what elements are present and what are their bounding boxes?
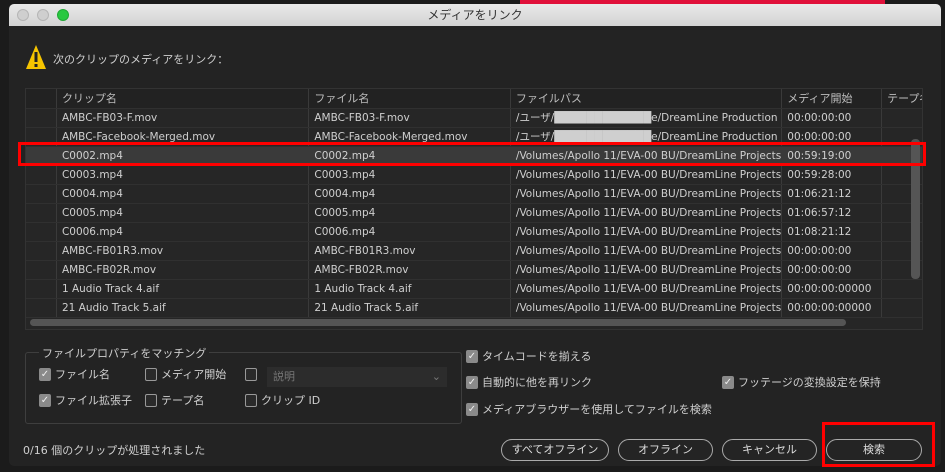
cell-media-start: 00:59:28:00 xyxy=(781,166,881,184)
match-media-start-checkbox[interactable]: メディア開始 xyxy=(145,366,226,382)
cell-file-path: /Volumes/Apollo 11/EVA-00 BU/DreamLine P… xyxy=(509,185,781,203)
checkmark-icon: ✓ xyxy=(39,367,51,381)
zoom-button[interactable] xyxy=(57,9,69,21)
cell-clip-name: C0005.mp4 xyxy=(55,204,308,222)
auto-relink-checkbox[interactable]: ✓ 自動的に他を再リンク xyxy=(466,374,592,390)
cell-file-path: /Volumes/Apollo 11/EVA-00 BU/DreamLine P… xyxy=(509,299,781,317)
chevron-down-icon: ⌄ xyxy=(431,370,441,383)
column-file-path[interactable]: ファイルパス xyxy=(509,89,781,108)
column-clip-name[interactable]: クリップ名 xyxy=(55,89,308,108)
minimize-button[interactable] xyxy=(37,9,49,21)
cell-tape-name xyxy=(881,109,922,127)
use-media-browser-checkbox[interactable]: ✓ メディアブラウザーを使用してファイルを検索 xyxy=(466,401,712,417)
offline-all-button[interactable]: すべてオフライン xyxy=(501,439,609,461)
cell-file-name: 21 Audio Track 5.aif xyxy=(308,299,510,317)
column-tape-name[interactable]: テープ名 xyxy=(881,89,922,108)
cell-file-name: AMBC-FB02R.mov xyxy=(308,261,510,279)
table-row[interactable]: AMBC-FB03-F.mov AMBC-FB03-F.mov/ユーザ/█████… xyxy=(26,109,922,128)
match-filename-checkbox[interactable]: ✓ ファイル名 xyxy=(39,366,110,382)
table-row[interactable]: 1 Audio Track 4.aif 1 Audio Track 4.aif/V… xyxy=(26,280,922,299)
cell-clip-name: C0006.mp4 xyxy=(55,223,308,241)
description-dropdown[interactable]: 説明 ⌄ xyxy=(267,367,447,387)
match-description-checkbox[interactable] xyxy=(245,368,257,381)
cell-clip-name: AMBC-FB02R.mov xyxy=(55,261,308,279)
table-row[interactable]: 21 Audio Track 5.aif 21 Audio Track 5.aif… xyxy=(26,299,922,318)
cell-media-start: 00:00:00:00000 xyxy=(781,299,881,317)
cell-clip-name: C0003.mp4 xyxy=(55,166,308,184)
match-tape-name-checkbox[interactable]: テープ名 xyxy=(145,392,204,408)
offline-button[interactable]: オフライン xyxy=(618,439,713,461)
cell-file-name: AMBC-FB01R3.mov xyxy=(308,242,510,260)
cell-file-path: /Volumes/Apollo 11/EVA-00 BU/DreamLine P… xyxy=(509,242,781,260)
table-row[interactable]: C0006.mp4 C0006.mp4/Volumes/Apollo 11/EVA… xyxy=(26,223,922,242)
match-properties-group xyxy=(25,352,462,424)
column-file-name[interactable]: ファイル名 xyxy=(308,89,510,108)
cell-file-name: AMBC-FB03-F.mov xyxy=(308,109,510,127)
column-media-start[interactable]: メディア開始 xyxy=(781,89,881,108)
match-properties-title: ファイルプロパティをマッチング xyxy=(39,345,210,361)
cell-file-name: C0005.mp4 xyxy=(308,204,510,222)
table-row[interactable]: C0004.mp4 C0004.mp4/Volumes/Apollo 11/EVA… xyxy=(26,185,922,204)
table-row[interactable]: C0003.mp4 C0003.mp4/Volumes/Apollo 11/EVA… xyxy=(26,166,922,185)
align-timecode-checkbox[interactable]: ✓ タイムコードを揃える xyxy=(466,348,591,364)
window-title: メディアをリンク xyxy=(427,8,523,22)
cell-media-start: 00:00:00:00 xyxy=(781,109,881,127)
horizontal-scrollbar[interactable] xyxy=(30,319,846,326)
cell-media-start: 01:06:57:12 xyxy=(781,204,881,222)
cell-media-start: 00:00:00:00 xyxy=(781,242,881,260)
table-row[interactable]: C0005.mp4 C0005.mp4/Volumes/Apollo 11/EVA… xyxy=(26,204,922,223)
warning-icon xyxy=(26,45,46,69)
cancel-button[interactable]: キャンセル xyxy=(722,439,817,461)
cell-file-name: 1 Audio Track 4.aif xyxy=(308,280,510,298)
preserve-interpret-checkbox[interactable]: ✓ フッテージの変換設定を保持 xyxy=(722,374,881,390)
prompt-text: 次のクリップのメディアをリンク： xyxy=(53,53,229,66)
cell-file-path: /Volumes/Apollo 11/EVA-00 BU/DreamLine P… xyxy=(509,261,781,279)
cell-media-start: 00:00:00:00 xyxy=(781,261,881,279)
highlight-search-button xyxy=(822,422,935,467)
highlight-selected-row xyxy=(18,142,926,166)
cell-tape-name xyxy=(881,280,922,298)
link-media-dialog: メディアをリンク 次のクリップのメディアをリンク： クリップ名 ファイル名 ファ… xyxy=(9,4,941,466)
close-button[interactable] xyxy=(17,9,29,21)
cell-file-path: /Volumes/Apollo 11/EVA-00 BU/DreamLine P… xyxy=(509,223,781,241)
table-row[interactable]: AMBC-FB02R.mov AMBC-FB02R.mov/Volumes/Apo… xyxy=(26,261,922,280)
cell-file-name: C0006.mp4 xyxy=(308,223,510,241)
cell-clip-name: C0004.mp4 xyxy=(55,185,308,203)
checkmark-icon: ✓ xyxy=(39,393,51,407)
cell-clip-name: 21 Audio Track 5.aif xyxy=(55,299,308,317)
cell-media-start: 00:00:00:00000 xyxy=(781,280,881,298)
cell-file-name: C0004.mp4 xyxy=(308,185,510,203)
cell-file-path: /Volumes/Apollo 11/EVA-00 BU/DreamLine P… xyxy=(509,166,781,184)
cell-file-path: /ユーザ/████████████e/DreamLine Production xyxy=(509,109,781,127)
table-header: クリップ名 ファイル名 ファイルパス メディア開始 テープ名 xyxy=(26,89,922,109)
clip-table: クリップ名 ファイル名 ファイルパス メディア開始 テープ名 AMBC-FB03… xyxy=(25,88,923,330)
cell-file-path: /Volumes/Apollo 11/EVA-00 BU/DreamLine P… xyxy=(509,204,781,222)
title-bar: メディアをリンク xyxy=(9,4,941,26)
cell-file-name: C0003.mp4 xyxy=(308,166,510,184)
match-clip-id-checkbox[interactable]: クリップ ID xyxy=(245,392,320,408)
cell-clip-name: 1 Audio Track 4.aif xyxy=(55,280,308,298)
cell-tape-name xyxy=(881,299,922,317)
cell-clip-name: AMBC-FB03-F.mov xyxy=(55,109,308,127)
cell-media-start: 01:08:21:12 xyxy=(781,223,881,241)
cell-clip-name: AMBC-FB01R3.mov xyxy=(55,242,308,260)
match-extension-checkbox[interactable]: ✓ ファイル拡張子 xyxy=(39,392,132,408)
table-row[interactable]: AMBC-FB01R3.mov AMBC-FB01R3.mov/Volumes/A… xyxy=(26,242,922,261)
status-text: 0/16 個のクリップが処理されました xyxy=(23,444,206,457)
cell-file-path: /Volumes/Apollo 11/EVA-00 BU/DreamLine P… xyxy=(509,280,781,298)
cell-media-start: 01:06:21:12 xyxy=(781,185,881,203)
